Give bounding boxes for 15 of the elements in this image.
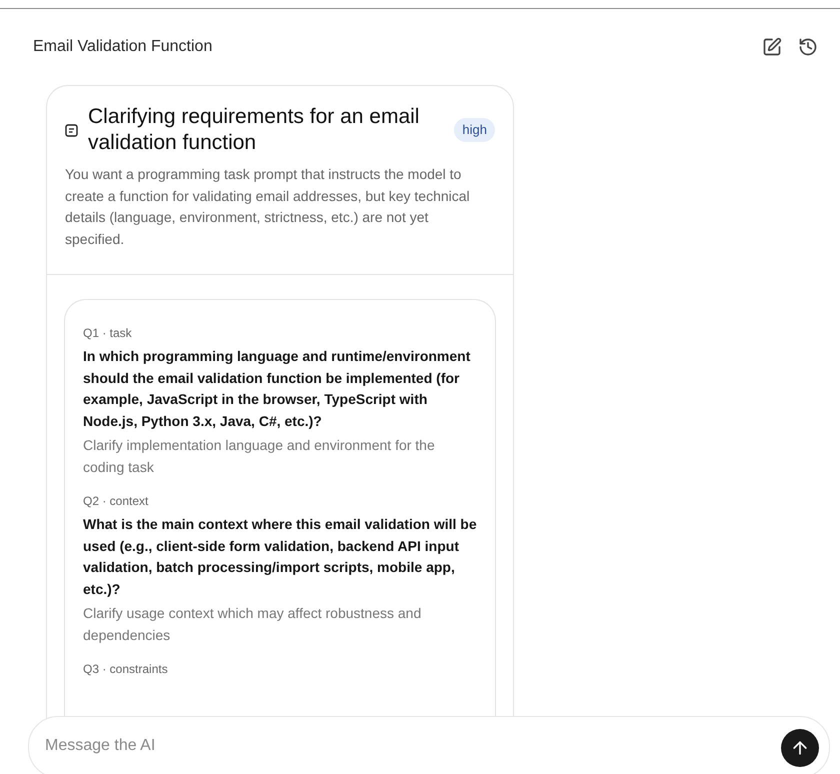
document-icon: [65, 124, 78, 136]
question-text: What is the main context where this email validation will be used (e.g., client-side form validation, backend API input validation, batch processing/import scripts, mobile app, etc.)?: [83, 515, 477, 599]
question-note: Clarify usage context which may affect robustness and dependencies: [83, 604, 422, 645]
question-text: In which programming language and runtime/environment should the email validation function be implemented (for example, JavaScript in the browser, TypeScript with Node.js, Python 3.x, Java, C#, etc.)?: [83, 347, 472, 431]
summary-description: You want a programming task prompt that instructs the model to create a function for validating email addresses, but key technical details (language, environment, strictness, etc.) are not yet specified.: [65, 165, 471, 249]
send-button[interactable]: [781, 729, 819, 767]
message-field[interactable]: Message the AI: [28, 716, 830, 774]
question-note: Clarify implementation language and environment for the coding task: [83, 436, 436, 477]
summary-title: Clarifying requirements for an email validation function: [88, 104, 420, 156]
chat-title: Email Validation Function: [33, 37, 212, 57]
question-label: Q3 · constraints: [83, 661, 169, 678]
message-input[interactable]: Message the AI: [45, 729, 781, 763]
question-label: Q1 · task: [83, 325, 133, 342]
question-label: Q2 · context: [83, 493, 150, 510]
priority-tag: high: [454, 118, 495, 142]
